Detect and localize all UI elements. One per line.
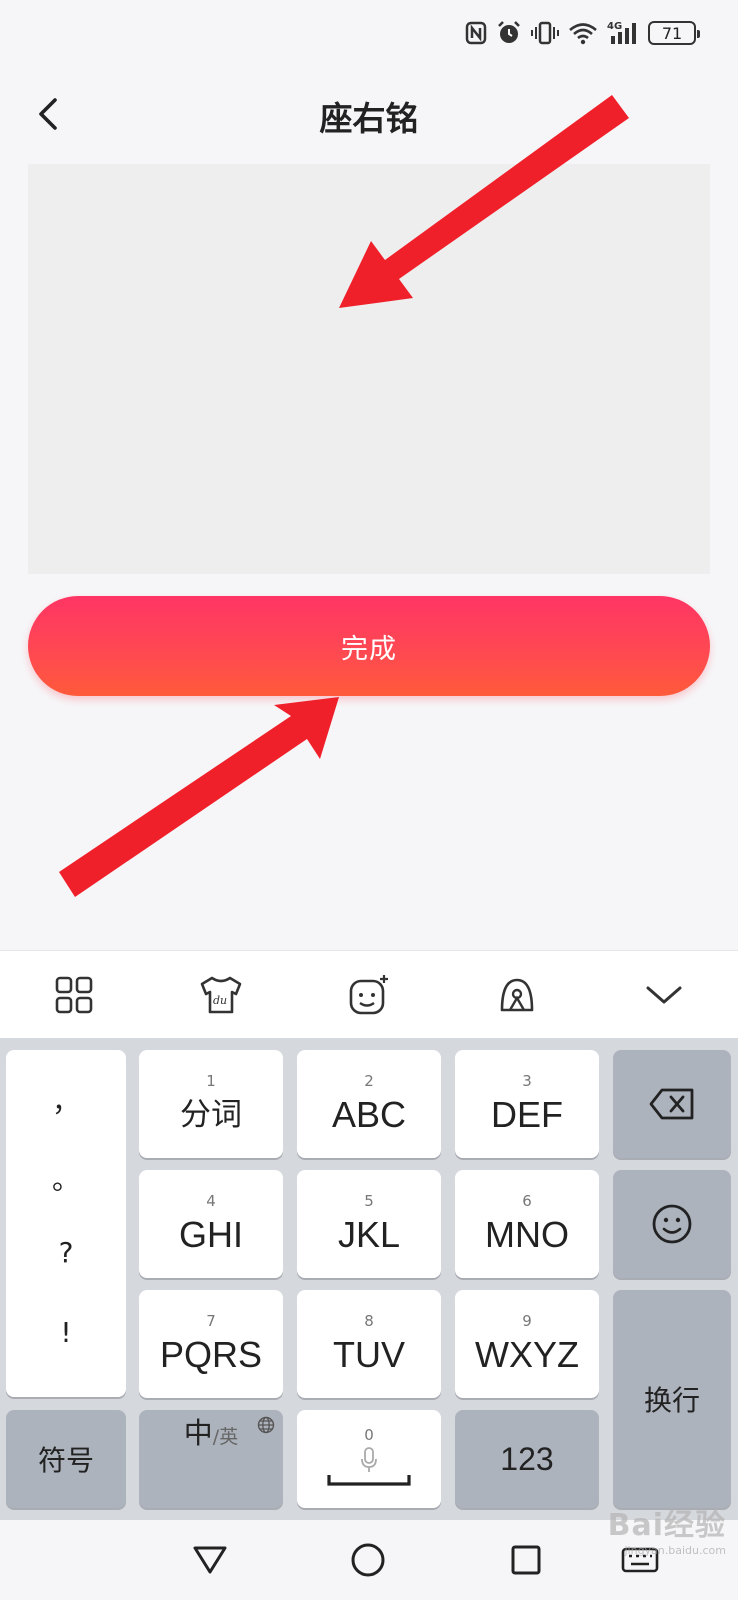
vibrate-icon [531, 21, 559, 45]
key-number: 2 [364, 1072, 374, 1090]
punct-question-key[interactable]: ? [6, 1236, 126, 1269]
symbols-label: 符号 [37, 1444, 94, 1477]
key-5-jkl[interactable]: 5 JKL [297, 1170, 441, 1278]
motto-input[interactable] [28, 164, 710, 574]
battery-level: 71 [661, 23, 683, 43]
microphone-icon [361, 1447, 377, 1472]
punct-exclaim-key[interactable]: ! [6, 1316, 126, 1349]
key-label: TUV [333, 1334, 405, 1375]
done-button[interactable]: 完成 [28, 596, 710, 696]
back-triangle-icon [193, 1546, 227, 1574]
punct-comma-key[interactable]: ， [6, 1080, 126, 1120]
key-7-pqrs[interactable]: 7 PQRS [139, 1290, 283, 1398]
key-number: 1 [206, 1072, 216, 1090]
arrow-to-done-button [59, 697, 339, 897]
emoji-key[interactable] [613, 1170, 731, 1278]
key-number: 6 [522, 1192, 532, 1210]
key-1-fenci[interactable]: 1 分词 [139, 1050, 283, 1158]
key-number: 7 [206, 1312, 216, 1330]
skin-button[interactable]: du [191, 965, 251, 1025]
key-label: DEF [491, 1094, 563, 1135]
key-2-abc[interactable]: 2 ABC [297, 1050, 441, 1158]
enter-key[interactable]: 换行 [613, 1290, 731, 1508]
emoji-face-plus-icon [349, 974, 388, 1014]
enter-label: 换行 [643, 1384, 700, 1417]
header: 座右铭 [0, 78, 738, 154]
key-number: 4 [206, 1192, 216, 1210]
key-label: GHI [178, 1214, 243, 1255]
collapse-keyboard-button[interactable] [634, 965, 694, 1025]
grid-menu-icon [55, 976, 93, 1013]
status-bar: 4G 71 [0, 0, 738, 70]
numbers-key[interactable]: 123 [455, 1410, 599, 1508]
svg-text:du: du [213, 994, 227, 1007]
key-label: JKL [337, 1214, 401, 1255]
alarm-icon [496, 20, 522, 46]
space-bar-icon [327, 1475, 411, 1486]
battery-icon: 71 [648, 21, 700, 45]
backspace-icon [649, 1088, 694, 1120]
key-label: ABC [331, 1094, 407, 1135]
keyboard-toolbar: du [0, 950, 738, 1038]
globe-icon [257, 1416, 275, 1434]
du-skin-icon: du [201, 976, 242, 1013]
handwriting-icon [500, 978, 533, 1011]
lang-main-label: 中 [183, 1416, 213, 1450]
backspace-key[interactable] [613, 1050, 731, 1158]
network-label: 4G [607, 21, 622, 32]
punctuation-column: ， 。 ? ! [6, 1050, 126, 1397]
nav-home-button[interactable] [342, 1534, 394, 1586]
numbers-label: 123 [500, 1441, 554, 1477]
lang-sub-label: /英 [212, 1426, 239, 1448]
key-number: 0 [364, 1426, 374, 1444]
symbols-key[interactable]: 符号 [6, 1410, 126, 1508]
recents-square-icon [511, 1545, 541, 1575]
key-label: WXYZ [475, 1334, 579, 1375]
key-number: 8 [364, 1312, 374, 1330]
nfc-icon [465, 21, 487, 45]
key-label: 分词 [180, 1097, 242, 1133]
key-label: MNO [485, 1214, 569, 1255]
screen: 4G 71 座右铭 完成 du ， 。 ? ! 1 分词 2 ABC 3 DEF… [0, 0, 738, 1600]
key-3-def[interactable]: 3 DEF [455, 1050, 599, 1158]
punct-period-key[interactable]: 。 [6, 1158, 126, 1198]
key-8-tuv[interactable]: 8 TUV [297, 1290, 441, 1398]
key-number: 9 [522, 1312, 532, 1330]
key-number: 5 [364, 1192, 374, 1210]
grid-menu-button[interactable] [44, 965, 104, 1025]
nav-back-button[interactable] [184, 1534, 236, 1586]
wifi-icon [568, 21, 598, 45]
smiley-icon [652, 1204, 692, 1244]
emoji-sticker-button[interactable] [339, 965, 399, 1025]
language-switch-key[interactable]: 中 /英 [139, 1410, 283, 1508]
chevron-down-icon [646, 986, 682, 1003]
key-6-mno[interactable]: 6 MNO [455, 1170, 599, 1278]
key-number: 3 [522, 1072, 532, 1090]
watermark-text: Bai经验 [607, 1508, 726, 1543]
nav-recents-button[interactable] [500, 1534, 552, 1586]
space-key[interactable]: 0 [297, 1410, 441, 1508]
handwriting-button[interactable] [487, 965, 547, 1025]
key-label: PQRS [159, 1334, 263, 1375]
key-9-wxyz[interactable]: 9 WXYZ [455, 1290, 599, 1398]
baidu-jingyan-watermark: Bai经验 jingyan.baidu.com [608, 1500, 726, 1557]
status-icons: 4G 71 [465, 20, 700, 46]
page-title: 座右铭 [319, 99, 419, 138]
signal-icon: 4G [607, 20, 639, 46]
watermark-sub: jingyan.baidu.com [624, 1544, 726, 1557]
home-circle-icon [351, 1543, 385, 1577]
key-4-ghi[interactable]: 4 GHI [139, 1170, 283, 1278]
